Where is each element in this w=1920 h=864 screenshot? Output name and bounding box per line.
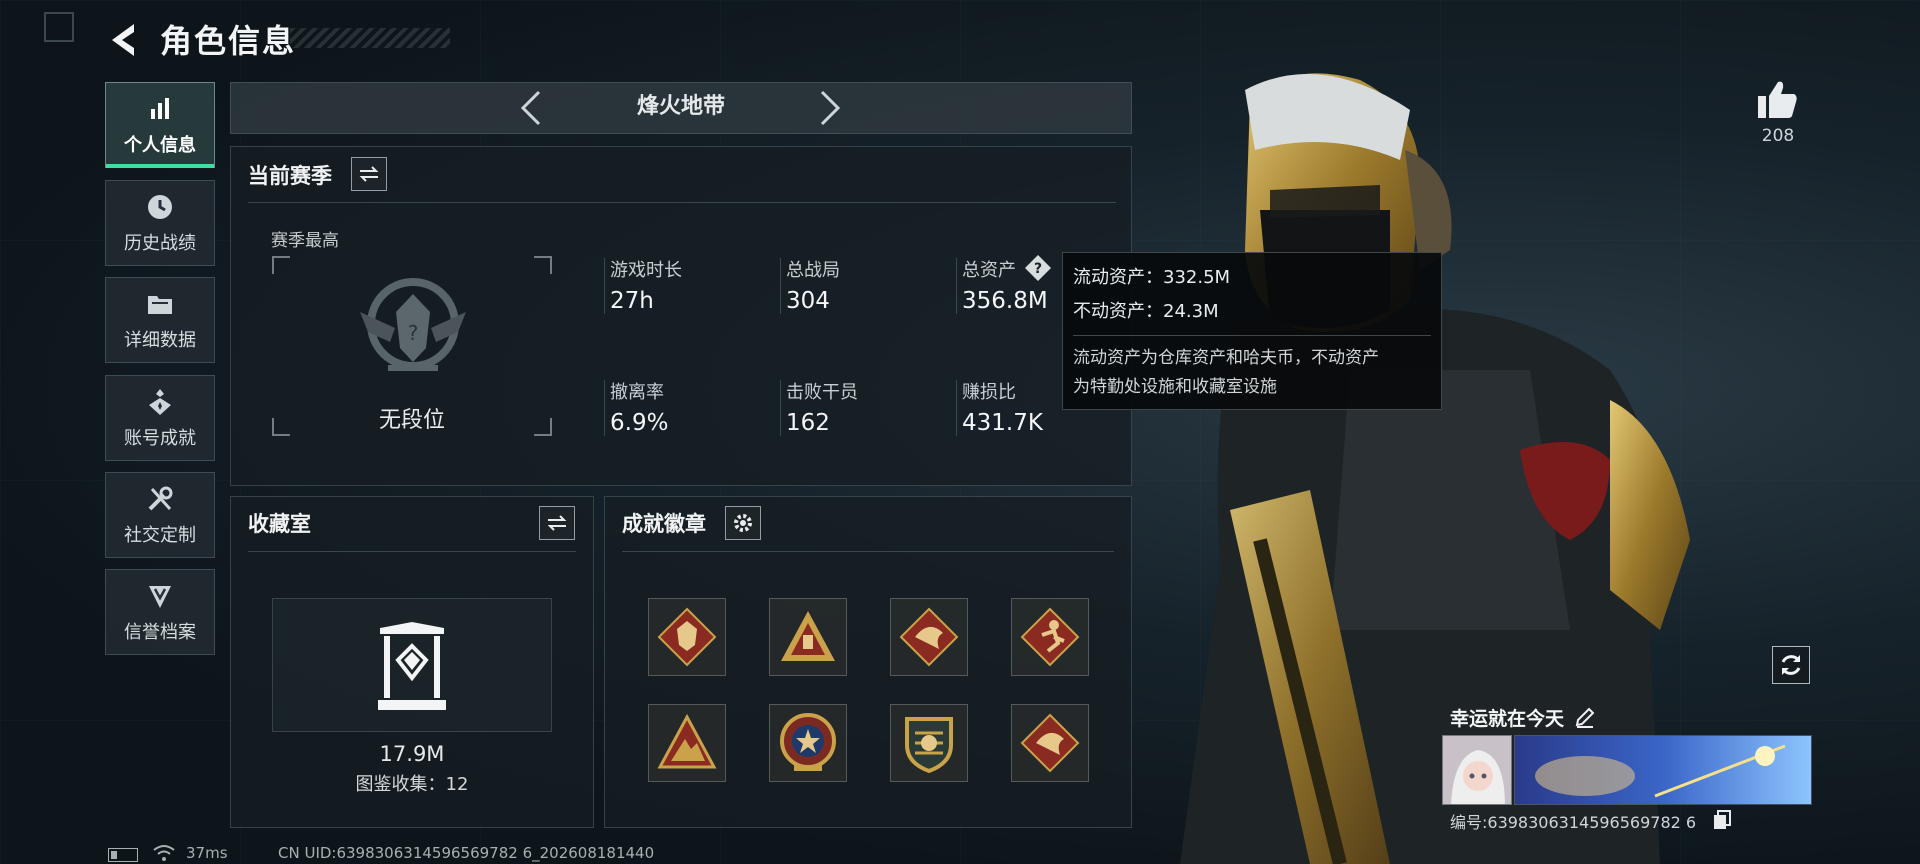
stat-value-extract-rate: 6.9%: [610, 410, 669, 436]
nav-item-label: 个人信息: [124, 135, 196, 156]
rank-label: 无段位: [378, 408, 445, 433]
edit-pencil-icon[interactable]: [1574, 706, 1596, 728]
stat-label-operators-defeated: 击败干员: [786, 382, 858, 403]
shield-icon: [149, 586, 171, 608]
stat-value-operators-defeated: 162: [786, 410, 830, 436]
nav-item-label: 社交定制: [124, 525, 196, 546]
svg-text:?: ?: [408, 321, 419, 345]
wifi-icon: [152, 844, 176, 862]
client-uid: CN UID:6398306314596569782 6_20260818144…: [278, 844, 655, 862]
player-signature: 幸运就在今天: [1450, 708, 1565, 730]
gear-icon: [734, 514, 752, 532]
swap-icon: [359, 166, 379, 182]
clock-icon: [148, 195, 172, 219]
battery-icon: [108, 848, 138, 862]
achievement-icon: [149, 389, 171, 415]
like-count: 208: [1761, 126, 1795, 146]
collection-count: 图鉴收集：12: [355, 774, 469, 795]
tooltip-divider: [1073, 335, 1431, 336]
tools-icon: [148, 486, 173, 511]
player-id: 编号:6398306314596569782 6: [1450, 813, 1697, 832]
stat-divider: [956, 380, 957, 436]
chevron-left-icon[interactable]: [515, 86, 547, 130]
thumbs-up-icon[interactable]: [1756, 78, 1800, 120]
game-mode-title: 烽火地带: [636, 94, 725, 119]
stat-divider: [604, 258, 605, 314]
badges-title: 成就徽章: [622, 512, 706, 536]
nav-item-label: 历史战绩: [124, 233, 196, 254]
stat-label-playtime: 游戏时长: [610, 260, 682, 281]
tooltip-fixed-assets: 不动资产：24.3M: [1073, 301, 1219, 322]
nav-item-social-custom[interactable]: 社交定制: [105, 472, 215, 558]
corner-decoration: [44, 12, 74, 42]
stat-label-extract-rate: 撤离率: [610, 382, 664, 403]
assets-tooltip: 流动资产：332.5M 不动资产：24.3M 流动资产为仓库资产和哈夫币，不动资…: [1062, 252, 1442, 410]
stat-divider: [604, 380, 605, 436]
stat-divider: [956, 258, 957, 314]
back-arrow-icon[interactable]: [106, 20, 140, 60]
svg-text:?: ?: [1034, 261, 1042, 277]
stat-value-total-assets: 356.8M: [962, 288, 1048, 314]
copy-icon[interactable]: [1713, 810, 1731, 830]
tooltip-liquid-assets: 流动资产：332.5M: [1073, 267, 1231, 288]
stat-value-playtime: 27h: [610, 288, 654, 314]
season-title: 当前赛季: [248, 164, 332, 188]
bar-chart-icon: [151, 98, 169, 119]
stat-value-total-matches: 304: [786, 288, 830, 314]
switch-season-button[interactable]: [351, 157, 387, 191]
stat-label-total-assets: 总资产: [962, 260, 1016, 281]
crest-badge-icon[interactable]: [890, 704, 968, 782]
title-decoration: [290, 28, 450, 48]
section-divider: [248, 202, 1116, 203]
nav-item-credit-file[interactable]: 信誉档案: [105, 569, 215, 655]
page-title: 角色信息: [160, 22, 297, 60]
player-avatar[interactable]: [1442, 735, 1512, 805]
tooltip-description-line: 流动资产为仓库资产和哈夫币，不动资产: [1073, 348, 1379, 368]
network-ping: 37ms: [186, 844, 228, 862]
nav-item-label: 账号成就: [124, 428, 196, 449]
season-best-label: 赛季最高: [271, 231, 339, 251]
collection-title: 收藏室: [248, 512, 311, 536]
refresh-button[interactable]: [1772, 646, 1810, 684]
nav-item-history[interactable]: 历史战绩: [105, 180, 215, 266]
stat-divider: [780, 380, 781, 436]
nav-item-label: 信誉档案: [124, 622, 196, 643]
section-divider: [248, 551, 576, 552]
vault-display-case-icon: [376, 620, 448, 712]
wolf-badge-icon[interactable]: [648, 598, 726, 676]
nav-item-personal-info[interactable]: 个人信息: [105, 82, 215, 168]
swap-icon: [547, 515, 567, 531]
tooltip-description-line: 为特勤处设施和收藏室设施: [1073, 377, 1277, 397]
mountain-badge-icon[interactable]: [648, 704, 726, 782]
stat-divider: [780, 258, 781, 314]
nav-item-achievements[interactable]: 账号成就: [105, 375, 215, 461]
refresh-icon: [1781, 655, 1801, 675]
badge-settings-button[interactable]: [725, 506, 761, 540]
stat-label-total-matches: 总战局: [786, 260, 840, 281]
star-shield-badge-icon[interactable]: [769, 704, 847, 782]
rank-emblem-icon: ?: [350, 272, 476, 382]
help-question-icon[interactable]: ?: [1024, 254, 1052, 282]
nav-item-detailed-data[interactable]: 详细数据: [105, 277, 215, 363]
triangle-badge-icon[interactable]: [769, 598, 847, 676]
section-divider: [622, 551, 1114, 552]
player-banner-card[interactable]: [1514, 735, 1812, 805]
stat-value-profit-loss-ratio: 431.7K: [962, 410, 1043, 436]
dragon-badge-icon[interactable]: [890, 598, 968, 676]
nav-item-label: 详细数据: [124, 330, 196, 351]
folder-icon: [148, 296, 172, 314]
collection-value: 17.9M: [379, 742, 445, 766]
stat-label-profit-loss-ratio: 赚损比: [962, 382, 1016, 403]
chevron-right-icon[interactable]: [814, 86, 846, 130]
switch-collection-button[interactable]: [539, 506, 575, 540]
